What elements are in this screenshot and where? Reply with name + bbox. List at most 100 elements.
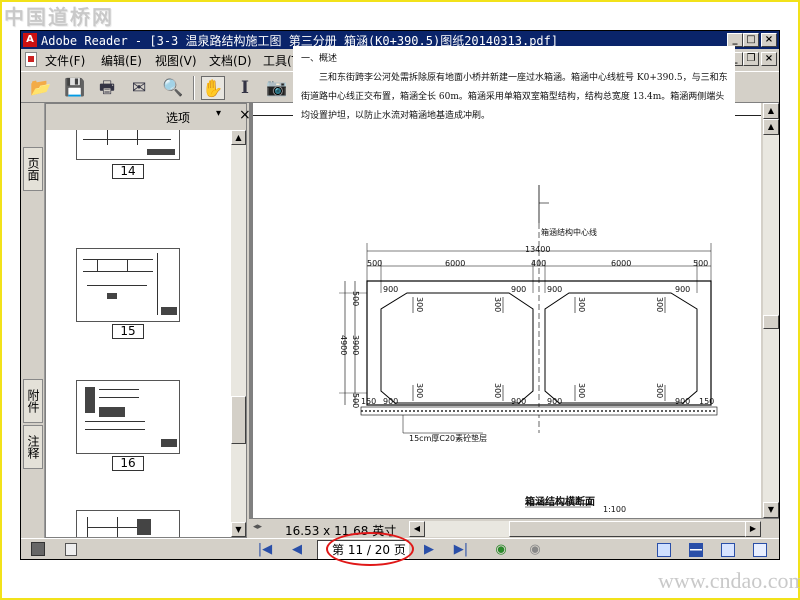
minimize-button[interactable]: _: [727, 33, 743, 47]
menu-document[interactable]: 文档(D): [209, 52, 252, 69]
dimension-label: 500: [351, 291, 360, 307]
doc-close-button[interactable]: ×: [761, 52, 777, 66]
hand-tool-icon[interactable]: ✋: [201, 76, 225, 100]
dimension-label: 300: [577, 297, 586, 313]
single-page-icon[interactable]: [657, 543, 671, 557]
select-text-icon[interactable]: I: [233, 76, 257, 100]
dimension-label: 900: [511, 285, 527, 294]
previous-page-button[interactable]: ◀: [287, 541, 307, 559]
dimension-label: 500: [693, 259, 709, 268]
thumbnails-panel: 选项 ▾ × 14 15 16 ▲ ▼: [45, 103, 251, 538]
dimension-label: 900: [547, 285, 563, 294]
bedding-note: 15cm厚C20素砼垫层: [409, 434, 488, 443]
toolbar-separator: [193, 76, 195, 100]
page-number-label[interactable]: 14: [112, 164, 144, 179]
save-icon[interactable]: 💾: [63, 76, 87, 100]
continuous-facing-icon[interactable]: [753, 543, 767, 557]
maximize-button[interactable]: □: [743, 33, 759, 47]
facing-icon[interactable]: [721, 543, 735, 557]
tab-comments[interactable]: 注释: [23, 425, 43, 469]
page-thumbnail[interactable]: [76, 380, 180, 454]
page-thumbnail[interactable]: [76, 510, 180, 537]
adobe-reader-icon: A: [23, 33, 37, 47]
scroll-thumb[interactable]: [509, 521, 749, 537]
forward-view-button[interactable]: ◉: [525, 541, 545, 559]
dimension-label: 900: [675, 285, 691, 294]
tab-pages[interactable]: 页面: [23, 147, 43, 191]
document-scrollbar[interactable]: ▲ ▲ ▼: [763, 103, 779, 518]
dimension-label: 400: [531, 259, 547, 268]
monitor-icon[interactable]: [31, 542, 45, 556]
horizontal-scrollbar[interactable]: ◀ ▶: [409, 521, 761, 537]
scroll-right-button[interactable]: ▶: [745, 521, 761, 537]
close-window-button[interactable]: ×: [761, 33, 777, 47]
document-view[interactable]: 箱涵结构中心线 13400 500 6000 400 6000 500 900 …: [249, 103, 761, 518]
dimension-label: 300: [415, 297, 424, 313]
scroll-down-button[interactable]: ▼: [231, 522, 246, 537]
scroll-up-button[interactable]: ▲: [763, 119, 779, 135]
drawing-caption: 箱涵结构横断面: [525, 497, 595, 508]
split-icon[interactable]: ◂▸: [253, 522, 262, 532]
watermark-top: 中国道桥网: [4, 5, 114, 29]
doc-restore-button[interactable]: ❐: [743, 52, 759, 66]
page-thumbnail[interactable]: [76, 130, 180, 160]
menu-view[interactable]: 视图(V): [155, 52, 197, 69]
scroll-down-button[interactable]: ▼: [763, 502, 779, 518]
thumbnails-scrollbar[interactable]: ▲ ▼: [231, 130, 246, 537]
dimension-label: 900: [383, 397, 399, 406]
scroll-up-button[interactable]: ▲: [763, 103, 779, 119]
tab-attachments[interactable]: 附件: [23, 379, 43, 423]
thumbnails-header: 选项 ▾ ×: [46, 104, 251, 130]
options-menu[interactable]: 选项: [166, 109, 190, 126]
print-icon[interactable]: 🖶: [95, 76, 119, 100]
dimension-label: 300: [577, 383, 586, 399]
dimension-label: 500: [367, 259, 383, 268]
cross-section-drawing: [339, 185, 718, 508]
overview-paragraph: 三和东街跨李公河处需拆除原有地面小桥并新建一座过水箱涵。箱涵中心线桩号 K0+3…: [301, 73, 728, 121]
drawing-scale: 1:100: [603, 505, 627, 514]
status-bar: ◂▸ 16.53 x 11.68 英寸 ◀ ▶: [249, 518, 779, 538]
scroll-up-button[interactable]: ▲: [231, 130, 246, 145]
dimension-label: 150: [361, 397, 377, 406]
menu-file[interactable]: 文件(F): [45, 52, 85, 69]
dimension-label: 500: [351, 393, 360, 409]
page-thumbnail[interactable]: [76, 248, 180, 322]
continuous-icon[interactable]: [689, 543, 703, 557]
dimension-label: 300: [493, 297, 502, 313]
page-icon[interactable]: [65, 543, 77, 556]
overview-heading: 一、概述: [301, 54, 338, 64]
dimension-label: 300: [655, 297, 664, 313]
open-icon[interactable]: 📂: [29, 76, 53, 100]
dimension-label: 900: [511, 397, 527, 406]
last-page-button[interactable]: ▶|: [451, 541, 471, 559]
navigation-tabs: 页面 附件 注释: [21, 103, 45, 538]
page-number-label[interactable]: 16: [112, 456, 144, 471]
dimension-label: 300: [415, 383, 424, 399]
dimension-label: 3900: [351, 335, 360, 356]
page-number-highlight: [326, 532, 414, 566]
dimension-label: 4900: [339, 335, 348, 356]
scroll-thumb[interactable]: [231, 396, 246, 444]
dimension-label: 300: [655, 383, 664, 399]
dimension-label: 150: [699, 397, 715, 406]
document-page: 箱涵结构中心线 13400 500 6000 400 6000 500 900 …: [253, 103, 761, 518]
menu-edit[interactable]: 编辑(E): [101, 52, 142, 69]
first-page-button[interactable]: |◀: [255, 541, 275, 559]
back-view-button[interactable]: ◉: [491, 541, 511, 559]
email-icon[interactable]: ✉: [127, 76, 151, 100]
dimension-label: 900: [383, 285, 399, 294]
dimension-label: 6000: [445, 259, 466, 268]
search-icon[interactable]: 🔍: [161, 76, 185, 100]
overview-text-block: 一、概述 三和东街跨李公河处需拆除原有地面小桥并新建一座过水箱涵。箱涵中心线桩号…: [293, 46, 735, 130]
next-page-button[interactable]: ▶: [419, 541, 439, 559]
scroll-thumb[interactable]: [763, 315, 779, 329]
chevron-down-icon[interactable]: ▾: [216, 108, 221, 119]
total-width-dimension: 13400: [525, 245, 551, 254]
snapshot-icon[interactable]: 📷: [265, 76, 289, 100]
dimension-label: 900: [547, 397, 563, 406]
dimension-label: 6000: [611, 259, 632, 268]
document-icon: [25, 52, 37, 67]
scroll-left-button[interactable]: ◀: [409, 521, 425, 537]
thumbnails-list: 14 15 16: [46, 130, 231, 537]
page-number-label[interactable]: 15: [112, 324, 144, 339]
